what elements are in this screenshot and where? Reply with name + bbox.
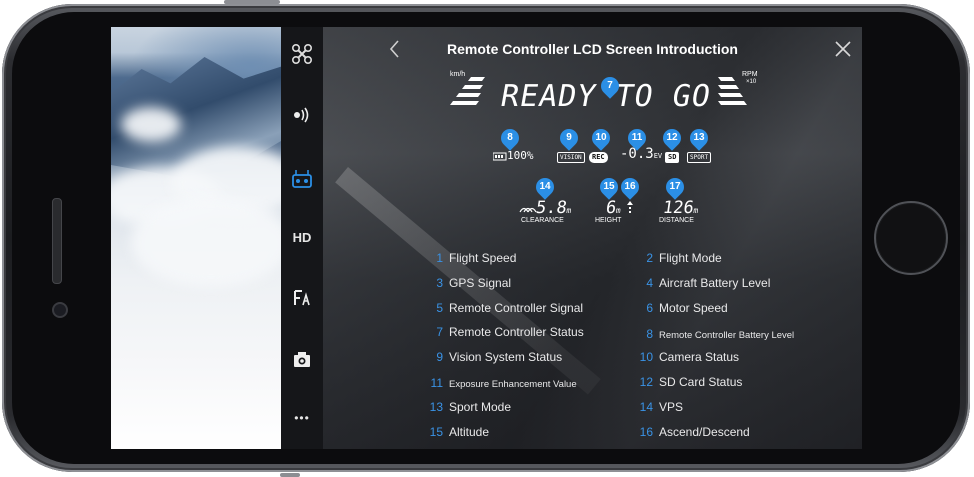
marker-pin-7: 7 (597, 73, 623, 99)
marker-pin-14: 14 (532, 174, 558, 200)
earpiece-speaker (52, 198, 62, 284)
legend-item-11: 11 Exposure Enhancement Value (430, 376, 577, 390)
exposure-number: -0.3 (620, 146, 654, 162)
home-button[interactable] (874, 201, 948, 275)
distance-label: DISTANCE (659, 217, 694, 224)
legend-item-16: 16 Ascend/Descend (639, 425, 750, 439)
sidebar: HD ••• (281, 27, 323, 449)
text-edit-icon[interactable] (281, 289, 323, 310)
background-photo (111, 27, 301, 449)
volume-button (280, 473, 300, 477)
signal-icon-graphic (294, 107, 309, 123)
remote-controller-icon-graphic (292, 170, 312, 188)
drone-icon-graphic (291, 43, 313, 65)
rpm-unit: RPM (742, 71, 758, 78)
page-title: Remote Controller LCD Screen Introductio… (447, 41, 738, 57)
sport-label: SPORT (687, 152, 712, 163)
legend-item-1: 1 Flight Speed (436, 251, 517, 265)
more-label: ••• (294, 411, 310, 425)
clearance-value: 5.8m (534, 198, 572, 218)
battery-value: 100% (507, 149, 534, 162)
distance-value: 126m (661, 198, 699, 218)
exposure-unit: EV (653, 152, 663, 160)
legend-item-13: 13 Sport Mode (429, 400, 512, 414)
marker-pin-17: 17 (662, 174, 688, 200)
close-icon[interactable] (833, 39, 853, 59)
lcd-intro-panel: Remote Controller LCD Screen Introductio… (323, 27, 862, 449)
camera-icon[interactable] (281, 351, 323, 372)
legend-item-12: 12 SD Card Status (639, 375, 743, 389)
rc-battery-indicator: 100% (492, 149, 534, 162)
rpm-multiplier: ×10 (746, 79, 757, 85)
legend-item-6: 6 Motor Speed (646, 301, 728, 315)
clearance-label: CLEARANCE (521, 217, 564, 224)
vision-status: VISION (557, 149, 585, 163)
legend-item-10: 10 Camera Status (639, 350, 740, 364)
height-label: HEIGHT (595, 217, 622, 224)
camera-icon-graphic (294, 352, 310, 367)
legend-item-14: 14 VPS (639, 400, 684, 414)
drone-icon[interactable] (281, 43, 323, 68)
marker-pin-9: 9 (556, 125, 582, 151)
marker-pin-13: 13 (686, 125, 712, 151)
legend-item-4: 4 Aircraft Battery Level (646, 276, 771, 290)
marker-pin-16: 16 (617, 174, 643, 200)
exposure-value: -0.3EV (620, 146, 662, 162)
legend-item-9: 9 Vision System Status (436, 350, 563, 364)
height-value: 6m (604, 198, 622, 218)
sport-mode-status: SPORT (687, 149, 712, 163)
vision-label: VISION (557, 152, 585, 163)
vps-wave-icon (519, 207, 537, 213)
legend-item-3: 3 GPS Signal (436, 276, 512, 290)
more-icon[interactable]: ••• (281, 411, 323, 425)
marker-pin-10: 10 (588, 125, 614, 151)
power-button (224, 0, 280, 4)
hd-settings[interactable]: HD (281, 230, 323, 245)
sd-label: SD (665, 152, 680, 163)
speed-bars-icon (450, 77, 485, 105)
remote-controller-icon[interactable] (281, 169, 323, 192)
battery-bars-icon (492, 152, 507, 161)
sd-card-status: SD (665, 149, 680, 163)
app-screen: HD ••• Remote Controller LCD Screen Intr (111, 27, 862, 449)
marker-pin-12: 12 (659, 125, 685, 151)
legend-item-15: 15 Altitude (429, 425, 490, 439)
marker-pin-15: 15 (596, 174, 622, 200)
marker-pin-8: 8 (497, 125, 523, 151)
legend-item-7: 7 Remote Controller Status (436, 325, 584, 339)
front-camera (52, 302, 68, 318)
rec-label: REC (589, 152, 608, 163)
text-edit-icon-graphic (294, 290, 310, 306)
camera-rec-status: REC (589, 149, 608, 163)
legend-item-5: 5 Remote Controller Signal (436, 301, 584, 315)
hd-label: HD (292, 230, 312, 245)
legend-item-2: 2 Flight Mode (646, 251, 722, 265)
signal-icon[interactable] (281, 107, 323, 126)
ascend-descend-icon (627, 201, 633, 213)
legend-item-8: 8 Remote Controller Battery Level (646, 327, 795, 341)
